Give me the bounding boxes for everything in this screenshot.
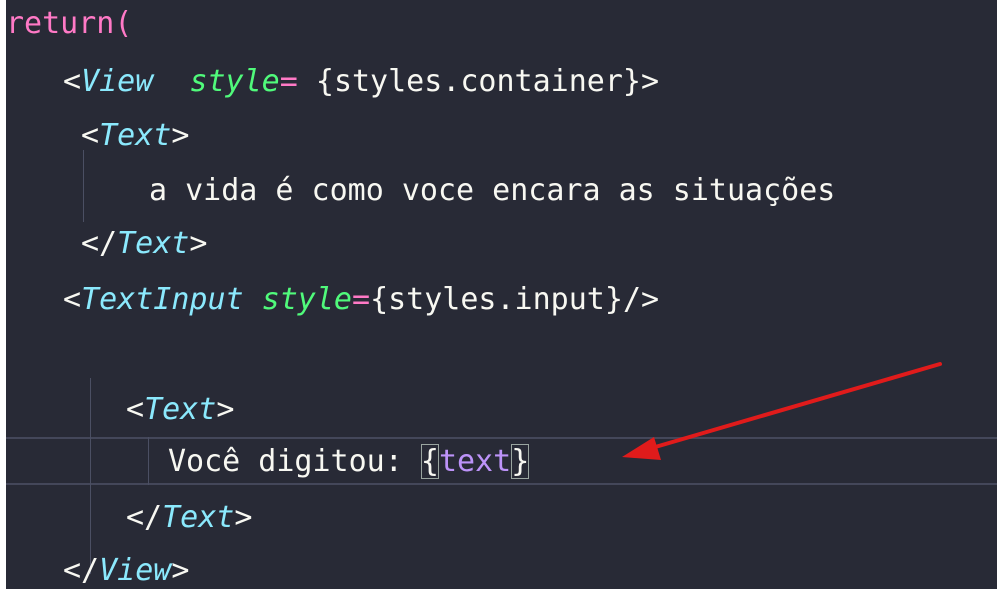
tag-close: > xyxy=(171,118,190,153)
code-editor[interactable]: return( <View style= {styles.container}>… xyxy=(6,0,997,589)
left-brace-highlight: { xyxy=(420,444,439,479)
textinput-tag: TextInput xyxy=(81,282,244,317)
left-brace: { xyxy=(315,64,334,99)
text-tag: Text xyxy=(144,392,217,427)
code-line-2: <View style= {styles.container}> xyxy=(63,58,997,106)
code-line-3: <Text> xyxy=(81,112,997,160)
text-tag: Text xyxy=(117,226,190,261)
tag-open: </ xyxy=(81,226,118,261)
equals-sign: = xyxy=(352,282,371,317)
view-tag: View xyxy=(81,64,154,99)
tag-close: > xyxy=(234,500,253,535)
code-line-8: <Text> xyxy=(126,386,997,434)
tag-close: /> xyxy=(622,282,660,317)
tag-close: > xyxy=(640,64,660,99)
text-variable: text xyxy=(438,444,512,479)
return-keyword: return( xyxy=(6,6,133,41)
text-content: a vida é como voce encara as situações xyxy=(149,173,836,208)
tag-open: < xyxy=(63,282,82,317)
code-line-10: </Text> xyxy=(126,494,997,542)
left-brace: { xyxy=(370,282,389,317)
indent-guide xyxy=(148,437,149,485)
tag-open: </ xyxy=(126,500,163,535)
style-attribute: style xyxy=(189,64,280,99)
tag-open: < xyxy=(81,118,100,153)
tag-open: < xyxy=(63,64,82,99)
indent-guide xyxy=(90,378,91,574)
code-line-11: </View> xyxy=(63,547,997,589)
style-value: styles.container xyxy=(333,64,623,99)
right-brace-highlight: } xyxy=(511,444,530,479)
tag-close: > xyxy=(216,392,235,427)
view-tag: View xyxy=(99,553,172,588)
tag-open: </ xyxy=(63,553,100,588)
text-tag: Text xyxy=(99,118,172,153)
code-line-4: a vida é como voce encara as situações xyxy=(149,167,997,215)
typed-label: Você digitou: xyxy=(168,444,421,479)
tag-open: < xyxy=(126,392,145,427)
style-value: styles.input xyxy=(388,282,605,317)
indent-guide xyxy=(83,150,84,222)
code-line-9: Você digitou: {text} xyxy=(168,438,997,486)
tag-close: > xyxy=(171,553,190,588)
equals-sign: = xyxy=(279,64,316,99)
right-brace: } xyxy=(604,282,623,317)
code-line-5: </Text> xyxy=(81,220,997,268)
style-attribute: style xyxy=(261,282,352,317)
tag-close: > xyxy=(189,226,208,261)
text-tag: Text xyxy=(162,500,235,535)
code-line-1: return( xyxy=(6,0,997,48)
code-line-6: <TextInput style={styles.input}/> xyxy=(63,276,997,324)
right-brace: } xyxy=(622,64,641,99)
